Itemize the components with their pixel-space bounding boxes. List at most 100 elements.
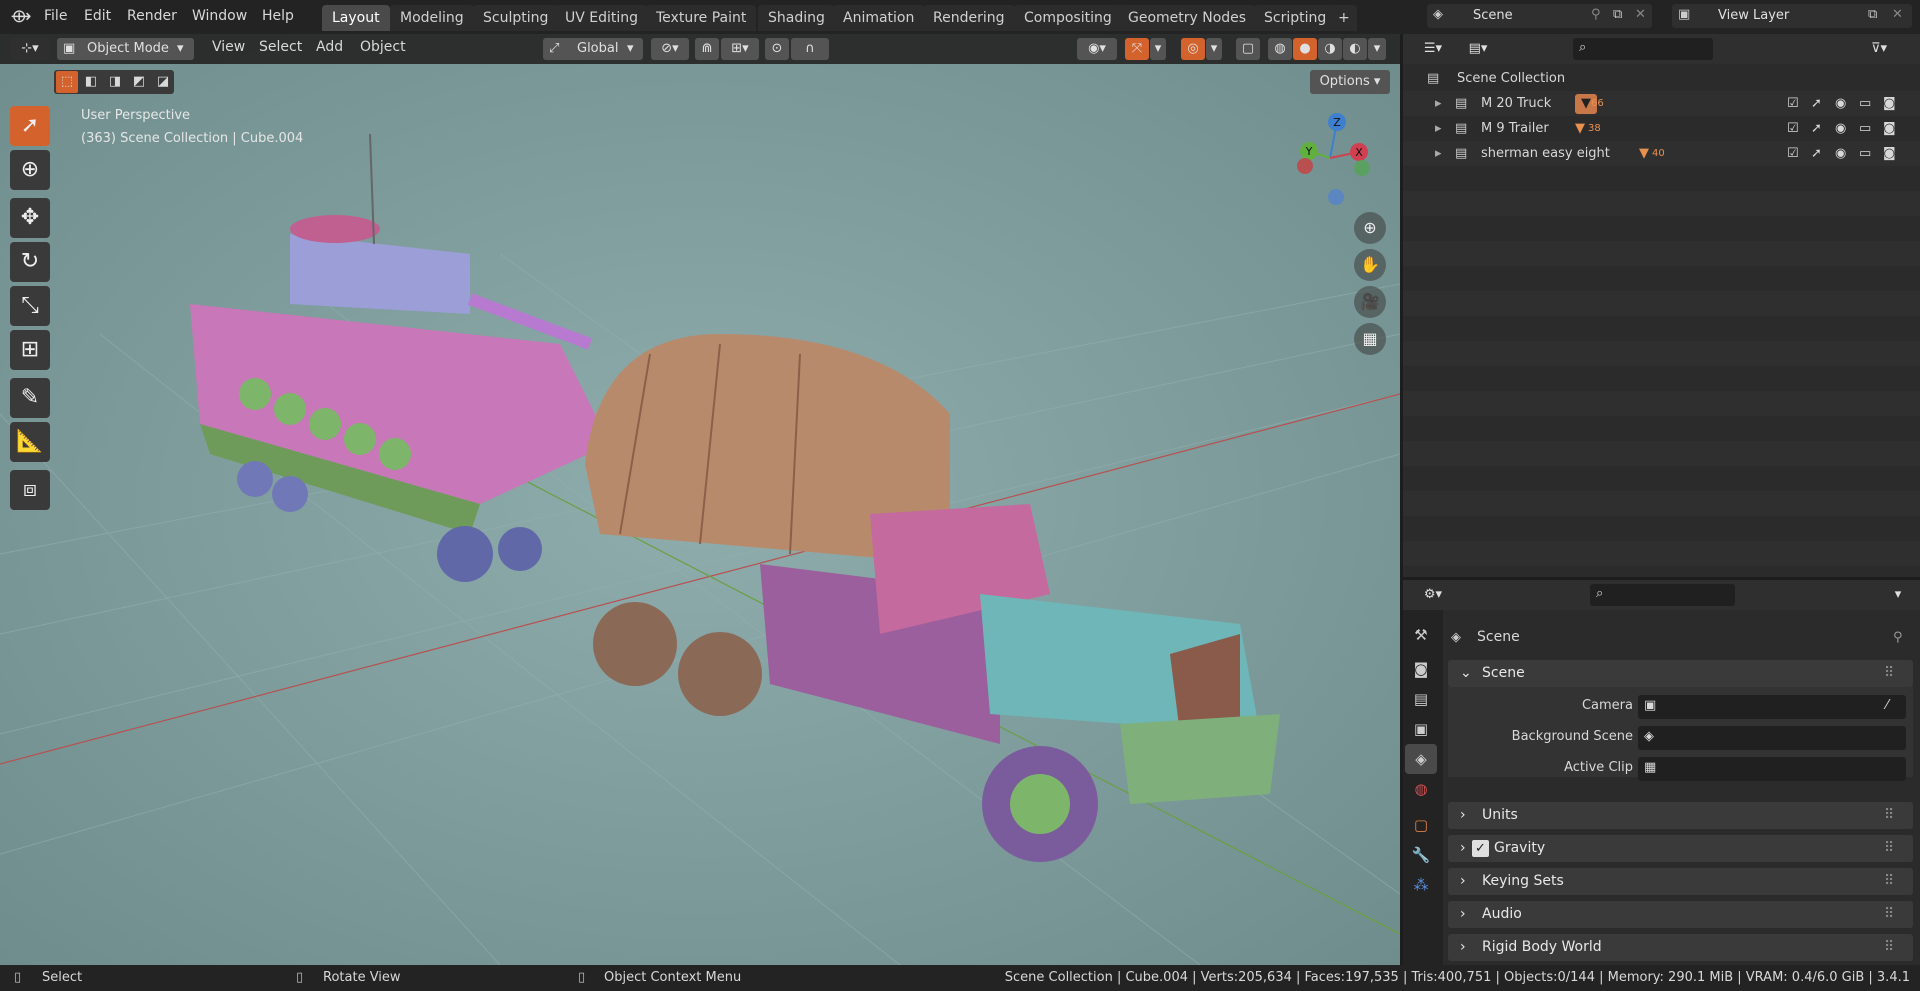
solid-shading-button[interactable]: ● bbox=[1293, 38, 1317, 60]
outliner-editor-type-button[interactable]: ☰▾ bbox=[1413, 38, 1453, 60]
properties-search-input[interactable]: ⌕ bbox=[1590, 584, 1735, 606]
monitor-icon[interactable]: ▭ bbox=[1859, 141, 1871, 166]
tab-modifiers[interactable]: 🔧 bbox=[1405, 840, 1437, 870]
gizmo-toggle[interactable]: ⤧ bbox=[1125, 38, 1149, 60]
eye-icon[interactable]: ◉ bbox=[1835, 141, 1846, 166]
shading-dropdown[interactable]: ▾ bbox=[1368, 38, 1386, 60]
blender-logo-icon[interactable]: ⟴ bbox=[10, 6, 32, 28]
drag-handle-icon[interactable]: ⠿ bbox=[1884, 934, 1894, 961]
selectable-icon[interactable]: ➚ bbox=[1811, 116, 1822, 141]
add-cube-tool[interactable]: ⧈ bbox=[10, 470, 50, 510]
tab-rendering[interactable]: Rendering bbox=[923, 5, 1015, 31]
pan-view-button[interactable]: ✋ bbox=[1354, 249, 1386, 281]
xray-toggle[interactable]: ▢ bbox=[1236, 38, 1260, 60]
monitor-icon[interactable]: ▭ bbox=[1859, 116, 1871, 141]
tab-scene[interactable]: ◈ bbox=[1405, 744, 1437, 774]
outliner-row[interactable]: ▸ ▤ M 20 Truck ▼ 66 ☑ ➚ ◉ ▭ ◙ bbox=[1403, 91, 1920, 116]
filter-button[interactable]: ⊽▾ bbox=[1859, 38, 1899, 60]
tab-output[interactable]: ▤ bbox=[1405, 684, 1437, 714]
proportional-edit-toggle[interactable]: ⊙ bbox=[765, 38, 789, 60]
menu-help[interactable]: Help bbox=[256, 0, 300, 34]
tab-view-layer[interactable]: ▣ bbox=[1405, 714, 1437, 744]
falloff-button[interactable]: ∩ bbox=[791, 38, 829, 60]
display-mode-button[interactable]: ▤▾ bbox=[1458, 38, 1498, 60]
delete-scene-icon[interactable]: ✕ bbox=[1635, 4, 1646, 26]
menu-render[interactable]: Render bbox=[121, 0, 183, 34]
render-camera-icon[interactable]: ◙ bbox=[1883, 116, 1896, 141]
outliner-search-input[interactable]: ⌕ bbox=[1573, 38, 1713, 60]
background-scene-field[interactable]: ◈ bbox=[1638, 726, 1906, 750]
gravity-checkbox-icon[interactable]: ✓ bbox=[1472, 840, 1489, 857]
select-subtract-icon[interactable]: ◨ bbox=[104, 71, 126, 93]
tab-animation[interactable]: Animation bbox=[833, 5, 925, 31]
panel-rigid-body-world-header[interactable]: › Rigid Body World ⠿ bbox=[1448, 934, 1913, 961]
gizmo-dropdown[interactable]: ▾ bbox=[1150, 38, 1166, 60]
checkbox-icon[interactable]: ☑ bbox=[1787, 141, 1799, 166]
outliner-root-row[interactable]: ▤ Scene Collection bbox=[1403, 66, 1920, 91]
pin-icon[interactable]: ⚲ bbox=[1893, 630, 1903, 645]
panel-audio-header[interactable]: › Audio ⠿ bbox=[1448, 901, 1913, 928]
overlays-toggle[interactable]: ◎ bbox=[1181, 38, 1205, 60]
menu-edit[interactable]: Edit bbox=[78, 0, 117, 34]
select-invert-icon[interactable]: ◩ bbox=[128, 71, 150, 93]
snap-toggle[interactable]: ⋒ bbox=[695, 38, 719, 60]
wireframe-shading-button[interactable]: ◍ bbox=[1268, 38, 1292, 60]
ortho-toggle-button[interactable]: ▦ bbox=[1354, 323, 1386, 355]
expand-arrow-icon[interactable]: ▸ bbox=[1435, 141, 1442, 166]
selectable-icon[interactable]: ➚ bbox=[1811, 141, 1822, 166]
outliner-row[interactable]: ▸ ▤ sherman easy eight ▼ 40 ☑ ➚ ◉ ▭ ◙ bbox=[1403, 141, 1920, 166]
panel-keying-sets-header[interactable]: › Keying Sets ⠿ bbox=[1448, 868, 1913, 895]
drag-handle-icon[interactable]: ⠿ bbox=[1884, 901, 1894, 928]
overlays-dropdown[interactable]: ▾ bbox=[1206, 38, 1222, 60]
tab-compositing[interactable]: Compositing bbox=[1014, 5, 1122, 31]
render-camera-icon[interactable]: ◙ bbox=[1883, 91, 1896, 116]
editor-type-button[interactable]: ⊹▾ bbox=[10, 38, 50, 60]
transform-tool[interactable]: ⊞ bbox=[10, 330, 50, 370]
new-scene-icon[interactable]: ⧉ bbox=[1613, 4, 1622, 26]
eyedropper-icon[interactable]: ⁄ bbox=[1886, 698, 1888, 713]
measure-tool[interactable]: 📐 bbox=[10, 422, 50, 462]
tab-object[interactable]: ▢ bbox=[1405, 810, 1437, 840]
add-workspace-button[interactable]: + bbox=[1331, 5, 1357, 31]
panel-gravity-header[interactable]: › ✓ Gravity ⠿ bbox=[1448, 835, 1913, 862]
properties-options-button[interactable]: ▾ bbox=[1886, 584, 1910, 606]
tab-layout[interactable]: Layout bbox=[322, 5, 390, 31]
eye-icon[interactable]: ◉ bbox=[1835, 91, 1846, 116]
render-camera-icon[interactable]: ◙ bbox=[1883, 141, 1896, 166]
pin-icon[interactable]: ⚲ bbox=[1591, 4, 1601, 26]
options-dropdown[interactable]: Options ▾ bbox=[1310, 70, 1390, 94]
drag-handle-icon[interactable]: ⠿ bbox=[1884, 802, 1894, 829]
rotate-tool[interactable]: ↻ bbox=[10, 242, 50, 282]
3d-viewport[interactable] bbox=[0, 34, 1400, 965]
tab-texture-paint[interactable]: Texture Paint bbox=[646, 5, 757, 31]
snap-target-button[interactable]: ⊞▾ bbox=[721, 38, 759, 60]
transform-orientation-dropdown[interactable]: ⤢ Global ▾ bbox=[543, 38, 643, 60]
menu-add[interactable]: Add bbox=[310, 31, 349, 65]
view-layer-selector[interactable]: ▣ View Layer ⧉ ✕ bbox=[1672, 4, 1912, 28]
drag-handle-icon[interactable]: ⠿ bbox=[1884, 868, 1894, 895]
tab-shading[interactable]: Shading bbox=[758, 5, 835, 31]
properties-editor-type-button[interactable]: ⚙▾ bbox=[1413, 584, 1453, 606]
annotate-tool[interactable]: ✎ bbox=[10, 378, 50, 418]
visibility-button[interactable]: ◉▾ bbox=[1077, 38, 1117, 60]
camera-field[interactable]: ▣ ⁄ bbox=[1638, 695, 1906, 719]
checkbox-icon[interactable]: ☑ bbox=[1787, 116, 1799, 141]
object-mode-dropdown[interactable]: ▣ Object Mode ▾ bbox=[57, 38, 194, 60]
drag-handle-icon[interactable]: ⠿ bbox=[1884, 835, 1894, 862]
menu-view[interactable]: View bbox=[206, 31, 251, 65]
checkbox-icon[interactable]: ☑ bbox=[1787, 91, 1799, 116]
select-new-icon[interactable]: ⬚ bbox=[56, 71, 78, 93]
menu-file[interactable]: File bbox=[38, 0, 73, 34]
scale-tool[interactable]: ⤡ bbox=[10, 286, 50, 326]
select-extend-icon[interactable]: ◧ bbox=[80, 71, 102, 93]
menu-object[interactable]: Object bbox=[354, 31, 412, 65]
selectable-icon[interactable]: ➚ bbox=[1811, 91, 1822, 116]
navigation-gizmo[interactable]: Z X Y bbox=[1290, 108, 1370, 208]
move-tool[interactable]: ✥ bbox=[10, 198, 50, 238]
zoom-view-button[interactable]: ⊕ bbox=[1354, 212, 1386, 244]
panel-scene-header[interactable]: ⌄ Scene ⠿ bbox=[1448, 660, 1913, 687]
material-shading-button[interactable]: ◑ bbox=[1318, 38, 1342, 60]
tab-scripting[interactable]: Scripting bbox=[1254, 5, 1337, 31]
expand-arrow-icon[interactable]: ▸ bbox=[1435, 116, 1442, 141]
menu-select[interactable]: Select bbox=[253, 31, 308, 65]
